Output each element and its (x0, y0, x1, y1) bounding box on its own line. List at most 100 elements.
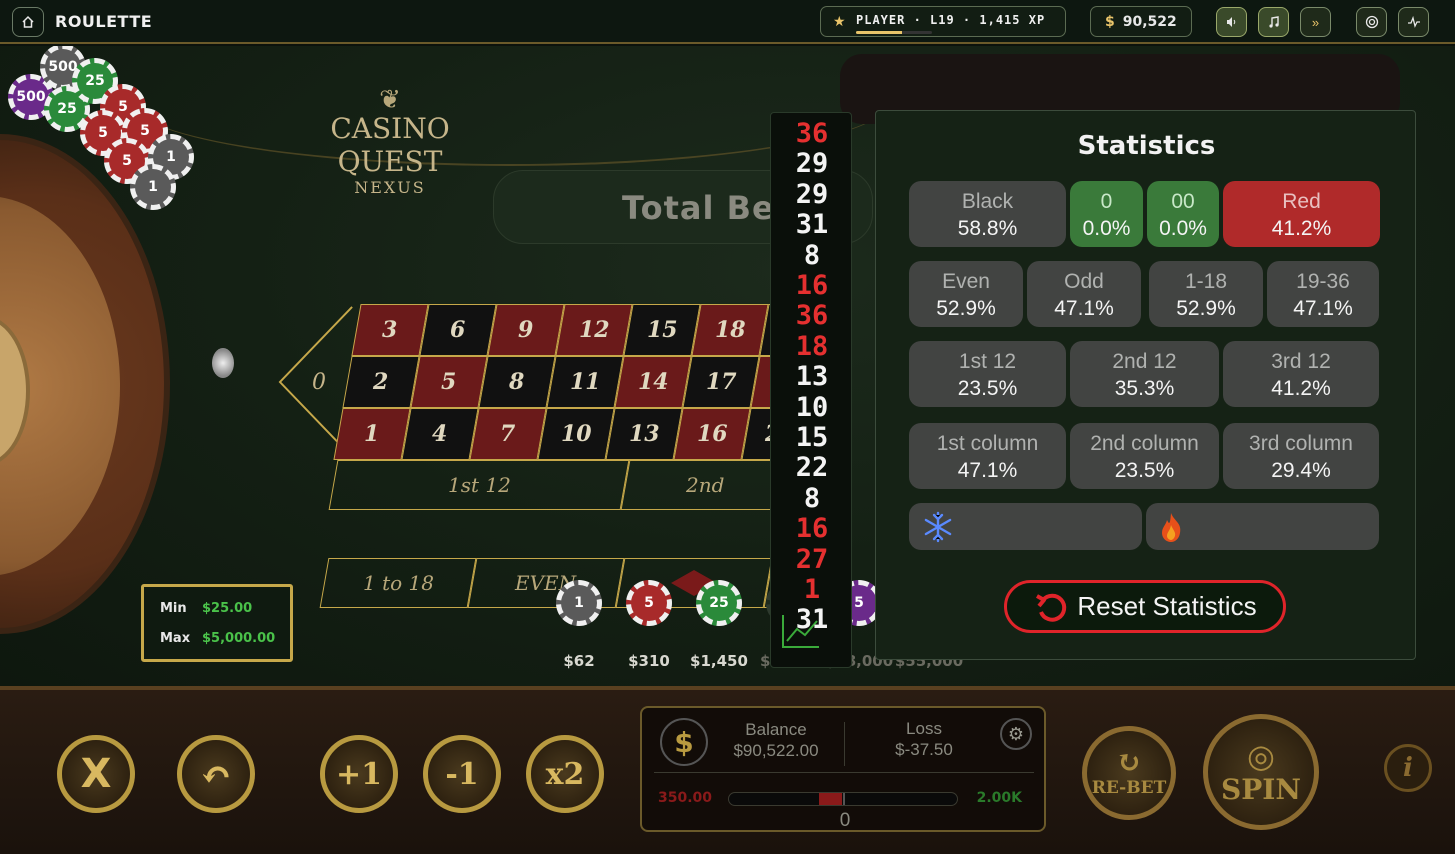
sound-button[interactable] (1216, 7, 1247, 37)
stat-value: 23.5% (1114, 459, 1175, 482)
number-cell-16[interactable]: 16 (673, 408, 751, 460)
chip-total-amount: $310 (628, 652, 670, 670)
target-button[interactable] (1356, 7, 1387, 37)
logo-subtitle: NEXUS (354, 178, 426, 197)
stat-label: 00 (1171, 190, 1195, 213)
hot-numbers-tile[interactable] (1146, 503, 1379, 550)
bet-1-to-18[interactable]: 1 to 18 (319, 558, 477, 608)
number-label: 4 (432, 421, 448, 447)
stat-label: Odd (1064, 270, 1104, 293)
chip-denomination-2[interactable]: 5 (626, 580, 672, 626)
chip-value: 25 (709, 595, 729, 611)
spin-button[interactable]: ◎ SPIN (1203, 714, 1319, 830)
loss-limit-value: 350.00 (658, 790, 713, 806)
snowflake-icon (924, 511, 952, 543)
stat-tile-2nd-12: 2nd 12 35.3% (1070, 341, 1219, 407)
number-cell-13[interactable]: 13 (605, 408, 683, 460)
number-cell-18[interactable]: 18 (691, 304, 769, 356)
number-cell-7[interactable]: 7 (469, 408, 547, 460)
stat-tile-1st-column: 1st column 47.1% (909, 423, 1066, 489)
dozen-1st-12[interactable]: 1st 12 (328, 460, 630, 510)
history-number: 31 (795, 604, 829, 636)
dozen-2nd-12[interactable]: 2nd (620, 460, 790, 510)
plus-one-button[interactable]: +1 (320, 735, 398, 813)
number-cell-14[interactable]: 14 (614, 356, 692, 408)
xp-progress-bar (856, 31, 932, 34)
currency-symbol: $ (1105, 13, 1115, 30)
stat-value: 41.2% (1271, 217, 1332, 240)
number-label: 15 (646, 317, 678, 343)
history-number: 8 (803, 239, 821, 271)
win-limit-value: 2.00K (976, 790, 1022, 806)
stat-value: 47.1% (1293, 297, 1353, 320)
balance-label: Balance (745, 720, 807, 739)
number-label: 16 (696, 421, 728, 447)
player-level-pill[interactable]: ★ PLAYER · L19 · 1,415 XP (820, 6, 1066, 37)
spin-wheel-icon: ◎ (1247, 736, 1275, 775)
number-cell-9[interactable]: 9 (487, 304, 565, 356)
number-cell-4[interactable]: 4 (401, 408, 479, 460)
double-bet-button[interactable]: x2 (526, 735, 604, 813)
settings-gear-icon[interactable]: ⚙ (1000, 718, 1032, 750)
stat-value: 52.9% (936, 297, 996, 320)
activity-button[interactable] (1398, 7, 1429, 37)
history-number: 15 (795, 422, 829, 453)
player-level-text: PLAYER · L19 · 1,415 XP (856, 13, 1046, 27)
speaker-icon (1226, 17, 1235, 27)
number-label: 13 (628, 421, 660, 447)
logo-ornament: ❦ (379, 84, 401, 114)
dollar-icon: $ (660, 718, 708, 766)
number-label: 14 (637, 369, 669, 395)
history-number: 29 (795, 178, 829, 210)
home-button[interactable] (12, 7, 44, 37)
number-cell-15[interactable]: 15 (623, 304, 701, 356)
stat-value: 52.9% (1176, 297, 1236, 320)
number-cell-10[interactable]: 10 (537, 408, 615, 460)
history-number: 36 (795, 118, 829, 149)
chip-value: 1 (574, 595, 584, 611)
target-icon (1365, 15, 1378, 29)
number-cell-3[interactable]: 3 (351, 304, 429, 356)
number-cell-6[interactable]: 6 (419, 304, 497, 356)
meter-current-value: 0 (839, 810, 851, 831)
stat-label: 1-18 (1184, 270, 1228, 293)
number-label: 10 (560, 421, 592, 447)
chip-denomination-3[interactable]: 25 (696, 580, 742, 626)
zero-cell[interactable]: 0 (284, 364, 354, 400)
undo-button[interactable]: ↶ (177, 735, 255, 813)
minus-one-button[interactable]: -1 (423, 735, 501, 813)
chip-denomination-1[interactable]: 1 (556, 580, 602, 626)
fast-forward-button[interactable]: » (1300, 7, 1331, 37)
history-number: 8 (803, 482, 821, 514)
number-label: 17 (705, 369, 737, 395)
stat-tile-00: 00 0.0% (1147, 181, 1219, 247)
music-button[interactable] (1258, 7, 1289, 37)
number-label: 2 (373, 369, 389, 395)
number-cell-2[interactable]: 2 (342, 356, 420, 408)
stat-tile-0: 0 0.0% (1070, 181, 1143, 247)
history-number: 31 (795, 209, 829, 241)
reset-statistics-button[interactable]: Reset Statistics (1004, 580, 1286, 633)
stat-tile-odd: Odd 47.1% (1027, 261, 1141, 327)
number-cell-17[interactable]: 17 (682, 356, 760, 408)
stat-value: 58.8% (957, 217, 1018, 240)
number-cell-1[interactable]: 1 (333, 408, 411, 460)
number-cell-5[interactable]: 5 (410, 356, 488, 408)
info-button[interactable]: i (1384, 744, 1432, 792)
casino-logo: ❦ CASINO QUEST NEXUS (285, 84, 495, 197)
number-cell-8[interactable]: 8 (478, 356, 556, 408)
stat-tile-1-18: 1-18 52.9% (1149, 261, 1263, 327)
statistics-panel: Statistics Reset Statistics Black 58.8% 0 0… (875, 110, 1416, 660)
history-number: 16 (795, 513, 829, 545)
stat-value: 47.1% (1054, 297, 1114, 320)
number-cell-12[interactable]: 12 (555, 304, 633, 356)
stat-label: 1st 12 (958, 350, 1017, 373)
rebet-button[interactable]: ↻ RE-BET (1082, 726, 1176, 820)
history-number: 10 (795, 391, 829, 423)
clear-bets-button[interactable]: X (57, 735, 135, 813)
logo-title: CASINO QUEST (330, 112, 450, 178)
number-label: 1 (364, 421, 380, 447)
cold-numbers-tile[interactable] (909, 503, 1142, 550)
number-cell-11[interactable]: 11 (546, 356, 624, 408)
app-title: ROULETTE (55, 12, 153, 31)
